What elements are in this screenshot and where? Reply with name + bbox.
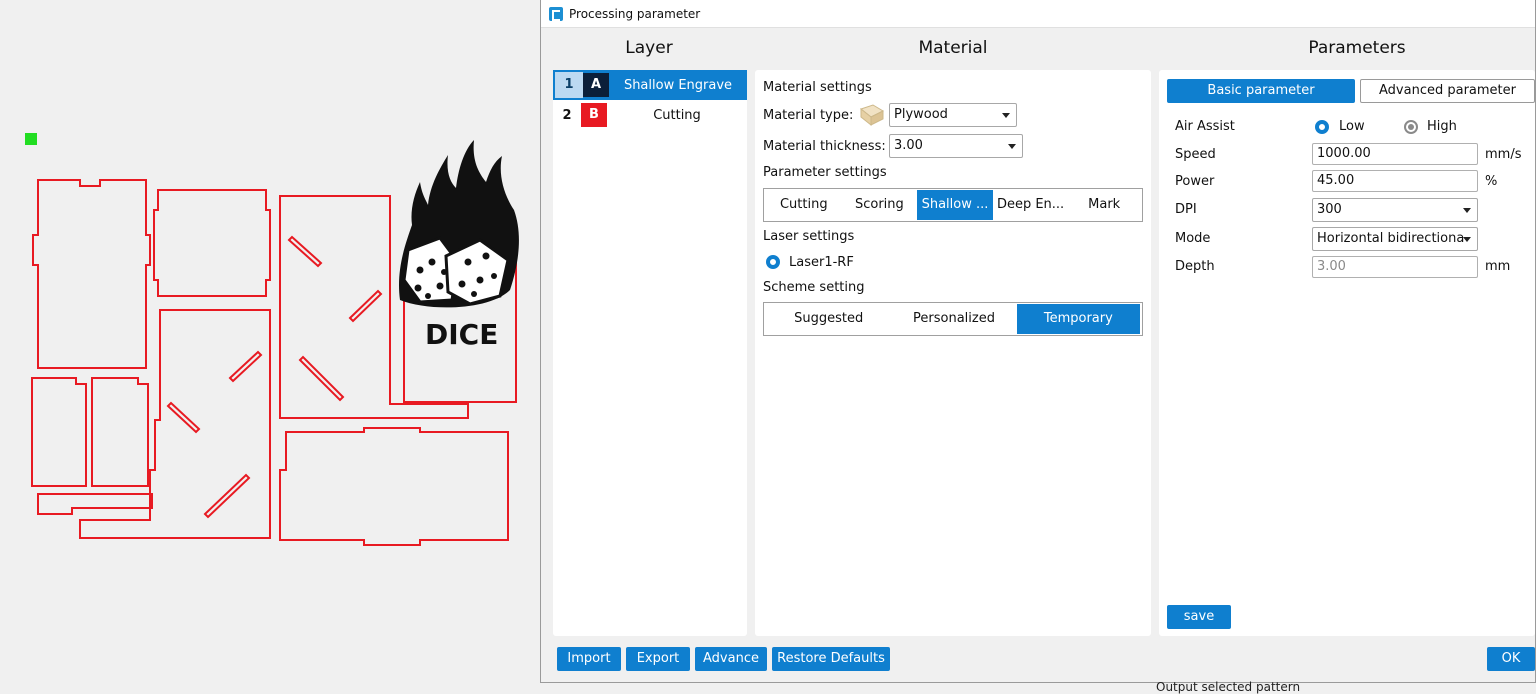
- layer-color-swatch: A: [583, 73, 609, 97]
- speed-input[interactable]: 1000.00: [1312, 143, 1478, 165]
- depth-unit: mm: [1485, 259, 1511, 274]
- chevron-down-icon: [1008, 144, 1016, 149]
- tab-temporary[interactable]: Temporary: [1016, 304, 1140, 334]
- import-button[interactable]: Import: [557, 647, 621, 671]
- chevron-down-icon: [1463, 237, 1471, 242]
- material-thickness-value: 3.00: [894, 138, 923, 153]
- dpi-value: 300: [1317, 202, 1342, 217]
- speed-label: Speed: [1175, 147, 1216, 162]
- material-type-select[interactable]: Plywood: [889, 103, 1017, 127]
- layer-number: 1: [555, 72, 583, 98]
- restore-defaults-button[interactable]: Restore Defaults: [772, 647, 890, 671]
- design-artwork: DICE: [25, 133, 519, 546]
- plywood-icon: [859, 103, 885, 127]
- layer-row-2[interactable]: 2 B Cutting: [553, 100, 747, 130]
- tab-cutting[interactable]: Cutting: [766, 190, 842, 220]
- processing-parameter-dialog: Processing parameter Layer Material Para…: [540, 0, 1536, 683]
- chevron-down-icon: [1463, 208, 1471, 213]
- scheme-tabs: Suggested Personalized Temporary: [763, 302, 1143, 336]
- tab-deep-engrave[interactable]: Deep En...: [993, 190, 1069, 220]
- power-unit: %: [1485, 174, 1498, 189]
- speed-unit: mm/s: [1485, 147, 1522, 162]
- dialog-title: Processing parameter: [569, 6, 701, 21]
- material-type-label: Material type:: [763, 108, 854, 123]
- depth-label: Depth: [1175, 259, 1215, 274]
- logo-text: DICE: [425, 318, 498, 351]
- mode-value: Horizontal bidirectiona: [1317, 231, 1465, 246]
- scheme-setting-heading: Scheme setting: [763, 280, 865, 295]
- tab-shallow-engrave[interactable]: Shallow ...: [917, 190, 993, 220]
- material-thickness-select[interactable]: 3.00: [889, 134, 1023, 158]
- layer-color-swatch: B: [581, 103, 607, 127]
- dialog-titlebar[interactable]: Processing parameter: [541, 0, 1535, 28]
- parameters-panel: Basic parameter Advanced parameter Air A…: [1159, 70, 1535, 636]
- design-canvas[interactable]: DICE: [0, 0, 540, 687]
- advance-button[interactable]: Advance: [695, 647, 767, 671]
- chevron-down-icon: [1002, 113, 1010, 118]
- ok-button[interactable]: OK: [1487, 647, 1535, 671]
- material-settings-heading: Material settings: [763, 80, 872, 95]
- air-assist-high-label: High: [1427, 119, 1457, 134]
- material-type-value: Plywood: [894, 107, 948, 122]
- material-column-heading: Material: [918, 38, 988, 58]
- tab-scoring[interactable]: Scoring: [842, 190, 918, 220]
- export-button[interactable]: Export: [626, 647, 690, 671]
- parameters-column-heading: Parameters: [1308, 38, 1406, 58]
- air-assist-label: Air Assist: [1175, 119, 1235, 134]
- dpi-label: DPI: [1175, 202, 1197, 217]
- app-logo-icon: [549, 6, 563, 21]
- layer-name: Shallow Engrave: [623, 77, 733, 93]
- status-text: Output selected pattern: [1156, 680, 1301, 694]
- parameter-settings-heading: Parameter settings: [763, 165, 887, 180]
- layer-column-heading: Layer: [625, 38, 673, 58]
- origin-marker: [25, 133, 37, 145]
- save-button[interactable]: save: [1167, 605, 1231, 629]
- laser-settings-heading: Laser settings: [763, 229, 855, 244]
- laser1-radio[interactable]: [766, 255, 780, 269]
- power-label: Power: [1175, 174, 1215, 189]
- tab-basic-parameter[interactable]: Basic parameter: [1167, 79, 1355, 103]
- dpi-select[interactable]: 300: [1312, 198, 1478, 222]
- layer-name: Cutting: [653, 107, 701, 123]
- laser1-label: Laser1-RF: [789, 255, 854, 270]
- mode-select[interactable]: Horizontal bidirectiona: [1312, 227, 1478, 251]
- air-assist-low-label: Low: [1339, 119, 1365, 134]
- parameter-preset-tabs: Cutting Scoring Shallow ... Deep En... M…: [763, 188, 1143, 222]
- layer-row-1[interactable]: 1 A Shallow Engrave: [553, 70, 747, 100]
- depth-input[interactable]: 3.00: [1312, 256, 1478, 278]
- tab-suggested[interactable]: Suggested: [766, 304, 891, 334]
- air-assist-high-radio[interactable]: [1404, 120, 1418, 134]
- tab-personalized[interactable]: Personalized: [891, 304, 1016, 334]
- air-assist-low-radio[interactable]: [1315, 120, 1329, 134]
- material-panel: Material settings Material type: Plywood…: [755, 70, 1151, 636]
- mode-label: Mode: [1175, 231, 1211, 246]
- layer-list: 1 A Shallow Engrave 2 B Cutting: [553, 70, 747, 636]
- dice-logo: [399, 140, 519, 308]
- layer-number: 2: [562, 107, 572, 123]
- power-input[interactable]: 45.00: [1312, 170, 1478, 192]
- tab-advanced-parameter[interactable]: Advanced parameter: [1360, 79, 1535, 103]
- tab-mark[interactable]: Mark: [1068, 190, 1140, 220]
- material-thickness-label: Material thickness:: [763, 139, 886, 154]
